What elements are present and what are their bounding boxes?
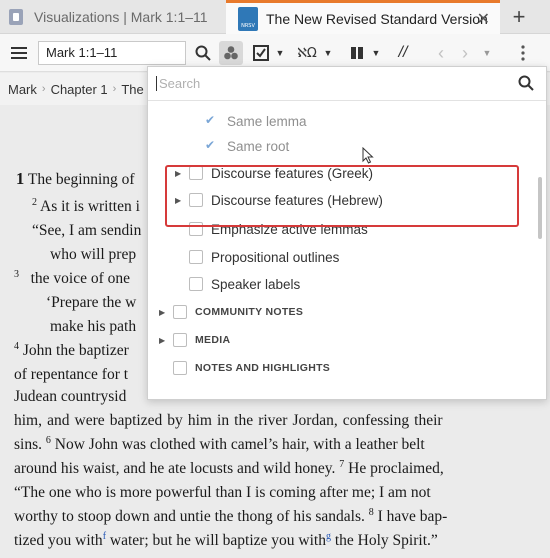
book-icon: NRSV (238, 6, 258, 31)
checkbox[interactable] (173, 361, 187, 375)
text-line: 3 the voice of one (14, 268, 131, 287)
document-icon (9, 9, 23, 25)
chevron-down-icon[interactable]: ▼ (322, 41, 334, 65)
text-line: 1 The beginning of (16, 169, 135, 188)
option-media[interactable]: ▶ MEDIA (148, 328, 538, 352)
verse-number: 7 (339, 458, 345, 470)
mouse-cursor-icon (362, 147, 374, 164)
parallel-icon[interactable]: // (392, 41, 414, 65)
chevron-down-icon[interactable]: ▼ (480, 41, 494, 65)
more-icon[interactable] (516, 41, 530, 65)
text-line: around his waist, and he ate locusts and… (14, 458, 444, 477)
highlight-box (165, 165, 519, 227)
checkbox[interactable] (189, 250, 203, 264)
text-line: “The one who is more powerful than I is … (14, 484, 431, 501)
breadcrumb-chapter[interactable]: Chapter 1 (51, 82, 108, 97)
option-label: COMMUNITY NOTES (195, 306, 304, 318)
tab-bar: Visualizations | Mark 1:1–11 NRSV The Ne… (0, 0, 550, 34)
tab-visualizations[interactable]: Visualizations | Mark 1:1–11 (0, 0, 224, 34)
verse-number: 4 (14, 340, 19, 352)
dropdown-search: Search (148, 67, 546, 101)
text-line: sins. 6 Now John was clothed with camel’… (14, 434, 425, 453)
search-icon[interactable] (518, 75, 534, 91)
option-label: Speaker labels (211, 276, 301, 292)
chevron-down-icon[interactable]: ▼ (274, 41, 286, 65)
expand-caret-icon[interactable]: ▶ (159, 308, 165, 317)
verse-number: 3 (14, 268, 19, 280)
text-line: Judean countrysid (14, 388, 127, 405)
visual-filters-icon[interactable] (219, 41, 243, 65)
text-line: ‘Prepare the w (46, 294, 137, 311)
checkmark-icon[interactable]: ✔ (205, 113, 215, 127)
footnote-link[interactable]: g (326, 531, 331, 542)
option-label: Same root (227, 138, 290, 154)
text-line: who will prep (50, 246, 137, 263)
text-line: 4 John the baptizer (14, 340, 129, 359)
breadcrumb-book[interactable]: Mark (8, 82, 37, 97)
menu-icon[interactable] (8, 41, 30, 65)
expand-caret-icon[interactable]: ▶ (159, 336, 165, 345)
option-label: Propositional outlines (211, 249, 340, 265)
tab-label: Visualizations | Mark 1:1–11 (34, 9, 208, 25)
forward-icon[interactable]: › (456, 41, 474, 65)
checkmark-icon[interactable]: ✔ (205, 138, 215, 152)
option-speaker-labels[interactable]: Speaker labels (148, 272, 538, 296)
text-line: “See, I am sendin (32, 222, 142, 239)
book-badge: NRSV (241, 22, 255, 29)
checkbox[interactable] (189, 277, 203, 291)
checklist-icon[interactable] (250, 41, 272, 65)
option-same-lemma[interactable]: ✔ Same lemma (148, 109, 538, 133)
tab-label: The New Revised Standard Version (266, 10, 488, 27)
verse-number: 6 (45, 434, 51, 446)
option-label: MEDIA (195, 334, 231, 346)
text-line: make his path (50, 318, 137, 335)
chevron-right-icon: › (112, 83, 117, 95)
verse-number: 1 (16, 169, 25, 188)
checkbox[interactable] (173, 305, 187, 319)
option-notes-and-highlights[interactable]: NOTES AND HIGHLIGHTS (148, 356, 538, 380)
dropdown-scrollbar[interactable] (538, 177, 542, 239)
verse-number: 8 (368, 506, 374, 518)
option-community-notes[interactable]: ▶ COMMUNITY NOTES (148, 300, 538, 324)
chevron-down-icon[interactable]: ▼ (370, 41, 382, 65)
search-icon[interactable] (192, 41, 214, 65)
interlinear-icon[interactable]: ℵΩ (296, 41, 318, 65)
text-line: tized you withf water; but he will bapti… (14, 530, 438, 549)
text-line: 2 As it is written i (32, 196, 140, 215)
back-icon[interactable]: ‹ (432, 41, 450, 65)
footnote-link[interactable]: f (103, 531, 106, 542)
text-line: him, and were baptized by him in the riv… (14, 412, 443, 429)
verse-number: 2 (32, 196, 37, 208)
columns-icon[interactable] (346, 41, 368, 65)
chevron-right-icon: › (41, 83, 46, 95)
text-line: worthy to stoop down and untie the thong… (14, 506, 448, 525)
visual-filters-dropdown: Search ✔ Same lemma ✔ Same root ▶ Discourse f… (147, 66, 547, 400)
new-tab-button[interactable]: + (506, 4, 532, 30)
option-label: Same lemma (227, 113, 307, 129)
checkbox[interactable] (173, 333, 187, 347)
text-line: of repentance for t (14, 366, 129, 383)
option-label: NOTES AND HIGHLIGHTS (195, 362, 331, 374)
search-input[interactable]: Search (156, 76, 200, 91)
reference-input[interactable]: Mark 1:1–11 (38, 41, 186, 65)
option-propositional-outlines[interactable]: Propositional outlines (148, 245, 538, 269)
option-same-root[interactable]: ✔ Same root (148, 134, 538, 158)
tab-nrsv[interactable]: NRSV The New Revised Standard Version ✕ (226, 0, 500, 34)
close-icon[interactable]: ✕ (477, 9, 490, 29)
